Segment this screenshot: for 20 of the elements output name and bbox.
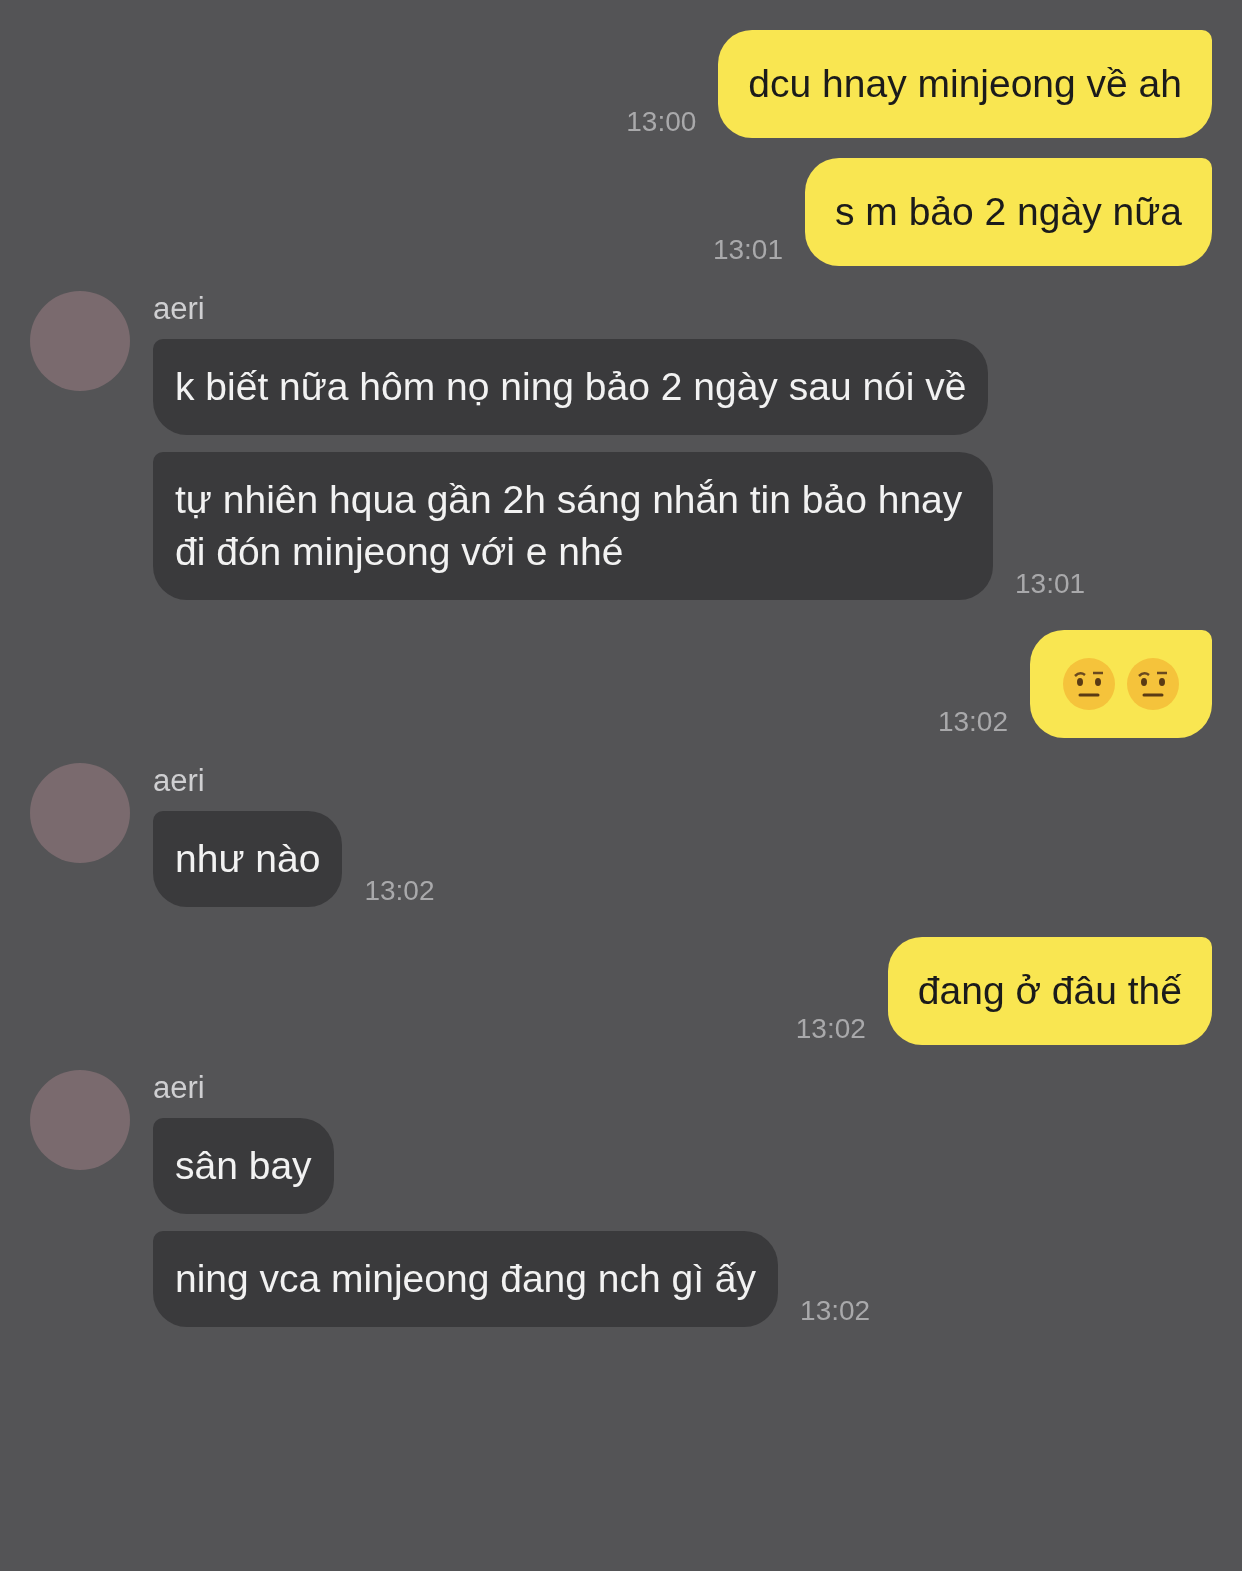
sent-message-bubble: đang ở đâu thế <box>887 937 1212 1045</box>
message-time: 13:00 <box>626 106 697 138</box>
sent-message-bubble: dcu hnay minjeong về ah <box>718 30 1212 138</box>
received-message-bubble: sân bay <box>153 1118 334 1214</box>
received-message-bubble: tự nhiên hqua gần 2h sáng nhắn tin bảo hnay đi đón minjeong với e nhé <box>153 452 993 600</box>
message-time: 13:01 <box>712 234 783 266</box>
message-time: 13:02 <box>364 875 435 907</box>
received-message-bubble: như nào <box>153 811 343 907</box>
sender-name: aeri <box>153 763 206 799</box>
sender-name: aeri <box>153 291 206 327</box>
message-time: 13:01 <box>1015 568 1086 600</box>
raised-eyebrow-face-icon <box>1062 657 1116 711</box>
received-message-bubble: ning vca minjeong đang nch gì ấy <box>153 1231 779 1327</box>
sender-name: aeri <box>153 1070 206 1106</box>
sent-message-bubble: s m bảo 2 ngày nữa <box>805 158 1212 266</box>
message-time: 13:02 <box>795 1013 866 1045</box>
message-time: 13:02 <box>800 1295 871 1327</box>
received-message-bubble: k biết nữa hôm nọ ning bảo 2 ngày sau nói về <box>153 339 989 435</box>
message-time: 13:02 <box>937 706 1008 738</box>
raised-eyebrow-face-icon <box>1126 657 1180 711</box>
